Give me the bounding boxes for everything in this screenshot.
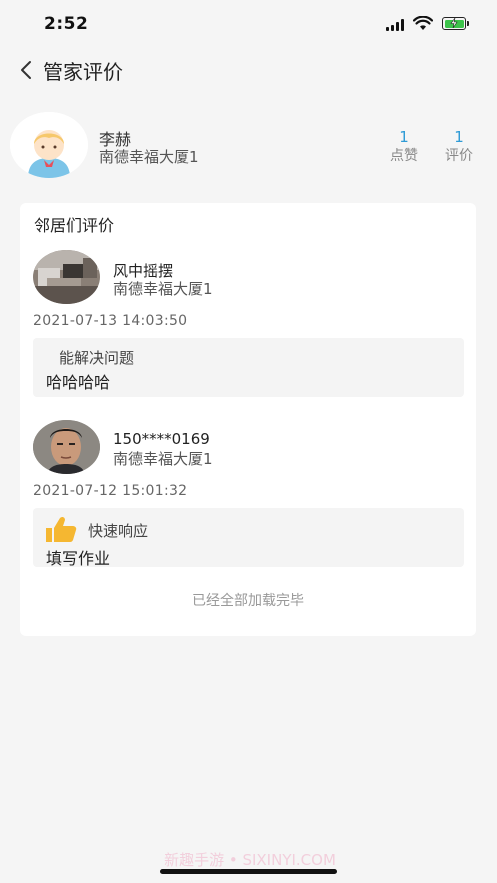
review-tag: 快速响应: [88, 522, 149, 540]
reviewer-address: 南德幸福大厦1: [113, 280, 213, 298]
watermark: 新趣手游 • SIXINYI.COM: [164, 851, 336, 869]
review-content: 哈哈哈哈: [46, 373, 111, 392]
reviews-section-title: 邻居们评价: [34, 216, 115, 235]
likes-count: 1: [399, 128, 409, 146]
manager-address: 南德幸福大厦1: [99, 148, 199, 166]
review-tag: 能解决问题: [59, 349, 135, 367]
reviewer-avatar: [33, 420, 100, 474]
review-content: 填写作业: [46, 549, 111, 568]
manager-avatar: [10, 112, 88, 178]
reviewer-address: 南德幸福大厦1: [113, 450, 213, 468]
status-time: 2:52: [44, 14, 89, 34]
page-title: 管家评价: [43, 60, 123, 84]
battery-icon: [442, 17, 469, 30]
reviews-count: 1: [454, 128, 464, 146]
reviewer-avatar: [33, 250, 100, 304]
review-box: 能解决问题 哈哈哈哈: [33, 338, 464, 397]
status-bar: 2:52: [0, 0, 497, 50]
reviews-label: 评价: [445, 148, 473, 164]
reviews-stat: 1 评价: [434, 128, 484, 166]
nav-bar: 管家评价: [0, 50, 497, 92]
review-time: 2021-07-13 14:03:50: [33, 313, 188, 329]
thumbs-up-icon: [46, 516, 77, 542]
likes-label: 点赞: [390, 148, 418, 164]
home-indicator[interactable]: [160, 869, 337, 874]
review-time: 2021-07-12 15:01:32: [33, 483, 188, 499]
likes-stat: 1 点赞: [379, 128, 429, 166]
reviews-card: 邻居们评价 风中摇摆 南德幸福大厦1 2021-07-13 14:03:50 能…: [20, 203, 476, 636]
load-complete-text: 已经全部加载完毕: [192, 593, 304, 609]
back-arrow-icon[interactable]: [16, 59, 38, 81]
reviewer-name: 150****0169: [113, 430, 210, 448]
manager-header: 李赫 南德幸福大厦1 1 点赞 1 评价: [0, 92, 497, 192]
wifi-icon: [413, 16, 433, 30]
cellular-signal-icon: [386, 19, 406, 31]
review-box: 快速响应 填写作业: [33, 508, 464, 568]
